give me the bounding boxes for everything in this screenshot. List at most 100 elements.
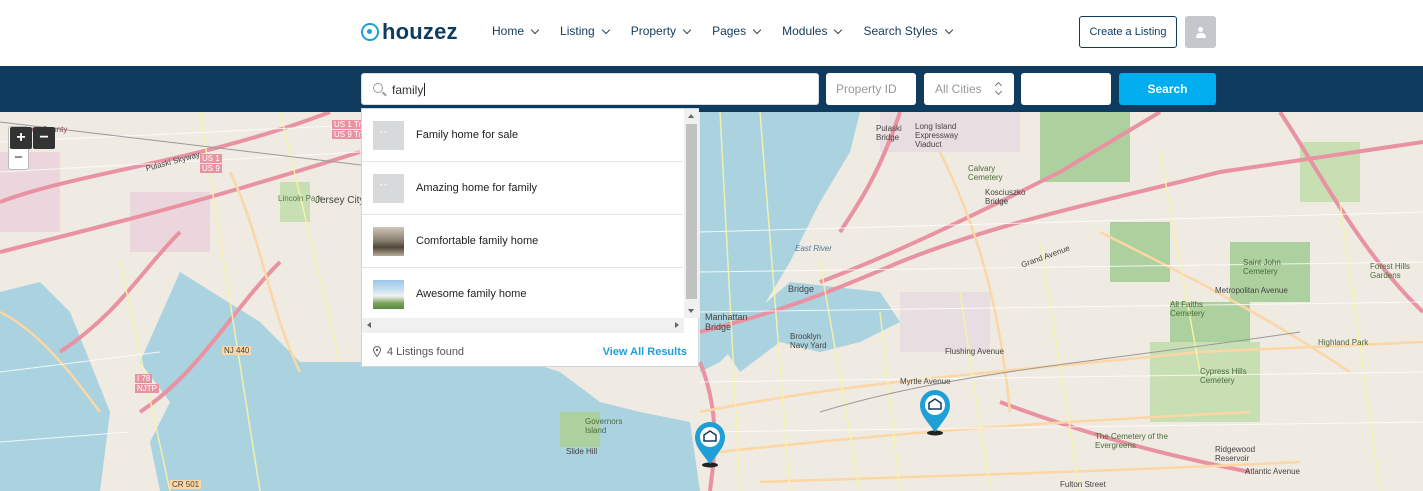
map-label: Atlantic Avenue: [1245, 467, 1301, 476]
map-view[interactable]: Essex County Jersey City Lincoln Park Pu…: [0, 112, 1423, 491]
map-label: Governors Island: [585, 417, 623, 435]
map-label: Flushing Avenue: [945, 347, 1005, 356]
map-label: CR 501: [170, 480, 202, 489]
houzez-logo[interactable]: houzez: [361, 18, 458, 46]
map-label: Bridge: [788, 284, 815, 294]
scroll-left-arrow-icon[interactable]: [367, 322, 371, 328]
map-label: Calvary Cemetery: [968, 164, 1003, 182]
view-all-results-link[interactable]: View All Results: [603, 346, 687, 358]
chevron-down-icon: [530, 25, 540, 34]
map-label: I 78: [135, 374, 153, 383]
main-nav: Home Listing Property Pages Modules Sear…: [492, 24, 974, 38]
map-label: The Cemetery of the Evergreens: [1095, 432, 1168, 450]
map-label: Slide Hill: [566, 447, 598, 456]
map-label: Metropolitan Avenue: [1215, 286, 1288, 295]
nav-label: Home: [492, 24, 525, 38]
scrollbar-thumb[interactable]: [686, 124, 697, 299]
property-id-input[interactable]: Property ID: [826, 73, 916, 105]
map-label: Highland Park: [1318, 338, 1369, 347]
chevron-down-icon: [944, 25, 953, 34]
map-label: Saint John Cemetery: [1243, 258, 1281, 276]
zoom-out-button[interactable]: −: [33, 127, 55, 149]
scroll-right-arrow-icon[interactable]: [675, 322, 679, 328]
user-account-button[interactable]: [1185, 16, 1216, 48]
logo-mark-icon: [361, 23, 379, 41]
nav-label: Pages: [712, 24, 747, 38]
search-button[interactable]: Search: [1119, 73, 1216, 105]
map-label: Brooklyn Navy Yard: [790, 332, 827, 350]
chevron-down-icon: [752, 25, 762, 34]
scroll-up-arrow-icon[interactable]: [688, 114, 694, 118]
horizontal-scrollbar[interactable]: [362, 318, 684, 333]
keyword-value: family: [392, 83, 424, 97]
nav-item-modules[interactable]: Modules: [782, 24, 843, 38]
result-title: Awesome family home: [416, 288, 527, 300]
map-label: Long Island Expressway Viaduct: [915, 122, 959, 149]
result-title: Family home for sale: [416, 129, 519, 141]
map-label: Pulaski Bridge: [876, 124, 902, 142]
listing-thumbnail: [373, 226, 404, 256]
nav-label: Listing: [560, 24, 595, 38]
nav-item-home[interactable]: Home: [492, 24, 540, 38]
top-header: houzez Home Listing Property Pages Modul…: [0, 0, 1423, 66]
vertical-scrollbar[interactable]: [684, 109, 699, 318]
map-label: Jersey City: [315, 195, 365, 206]
map-zoom-control-secondary: + −: [10, 127, 56, 149]
result-title: Comfortable family home: [416, 235, 539, 247]
text-caret: [424, 83, 426, 96]
map-label: Ridgewood Reservoir: [1215, 445, 1256, 463]
autocomplete-results-list: Family home for sale Amazing home for fa…: [362, 109, 683, 318]
zoom-in-button[interactable]: +: [10, 127, 32, 149]
scroll-down-arrow-icon[interactable]: [688, 309, 694, 313]
chevron-down-icon: [601, 25, 610, 34]
location-pin-icon: [373, 346, 381, 357]
nav-item-search-styles[interactable]: Search Styles: [863, 24, 953, 38]
autocomplete-footer: 4 Listings found View All Results: [362, 337, 698, 366]
autocomplete-result[interactable]: Awesome family home: [362, 268, 683, 318]
map-label: All Faiths Cemetery: [1170, 300, 1205, 318]
zoom-out-button[interactable]: −: [9, 148, 28, 169]
listing-thumbnail-placeholder: [373, 173, 404, 203]
chevron-down-icon: [682, 25, 692, 34]
autocomplete-result[interactable]: Family home for sale: [362, 109, 683, 162]
map-label: East River: [795, 244, 832, 253]
listing-thumbnail-placeholder: [373, 120, 404, 150]
map-label: Forest Hills Gardens: [1370, 262, 1411, 280]
result-title: Amazing home for family: [416, 182, 538, 194]
user-icon: [1195, 26, 1206, 38]
chevron-down-icon: [834, 25, 843, 34]
map-label: Myrtle Avenue: [900, 377, 951, 386]
nav-label: Search Styles: [863, 24, 938, 38]
map-label: Lincoln Park: [278, 194, 323, 203]
autocomplete-result[interactable]: Comfortable family home: [362, 215, 683, 268]
nav-item-pages[interactable]: Pages: [712, 24, 762, 38]
select-arrows-icon: [996, 83, 1002, 95]
nav-item-property[interactable]: Property: [630, 24, 692, 38]
listings-count: 4 Listings found: [373, 346, 464, 358]
nav-label: Modules: [782, 24, 828, 38]
map-label: NJTP: [135, 384, 159, 393]
map-label: Manhattan Bridge: [705, 312, 748, 332]
nav-label: Property: [630, 24, 677, 38]
listings-count-label: 4 Listings found: [387, 345, 465, 358]
map-label: Cypress Hills Cemetery: [1200, 367, 1247, 385]
keyword-search-input[interactable]: family: [361, 73, 819, 105]
listing-thumbnail: [373, 279, 404, 309]
map-label: US 9: [200, 164, 222, 173]
map-label: US 1: [200, 154, 222, 163]
map-label: NJ 440: [222, 346, 252, 355]
search-autocomplete-dropdown: Family home for sale Amazing home for fa…: [361, 108, 699, 367]
city-select-value: All Cities: [935, 82, 982, 96]
autocomplete-result[interactable]: Amazing home for family: [362, 162, 683, 215]
extra-filter-input[interactable]: [1021, 73, 1111, 105]
nav-item-listing[interactable]: Listing: [560, 24, 610, 38]
create-listing-button[interactable]: Create a Listing: [1079, 16, 1177, 48]
search-icon: [373, 83, 383, 93]
map-label: Fulton Street: [1060, 480, 1106, 489]
logo-text: houzez: [382, 19, 458, 44]
property-marker-icon[interactable]: [693, 420, 727, 468]
property-marker-icon[interactable]: [918, 388, 952, 436]
search-bar: family Property ID All Cities Search: [0, 66, 1423, 112]
city-select[interactable]: All Cities: [924, 73, 1014, 105]
map-label: Kosciuszko Bridge: [985, 188, 1026, 206]
